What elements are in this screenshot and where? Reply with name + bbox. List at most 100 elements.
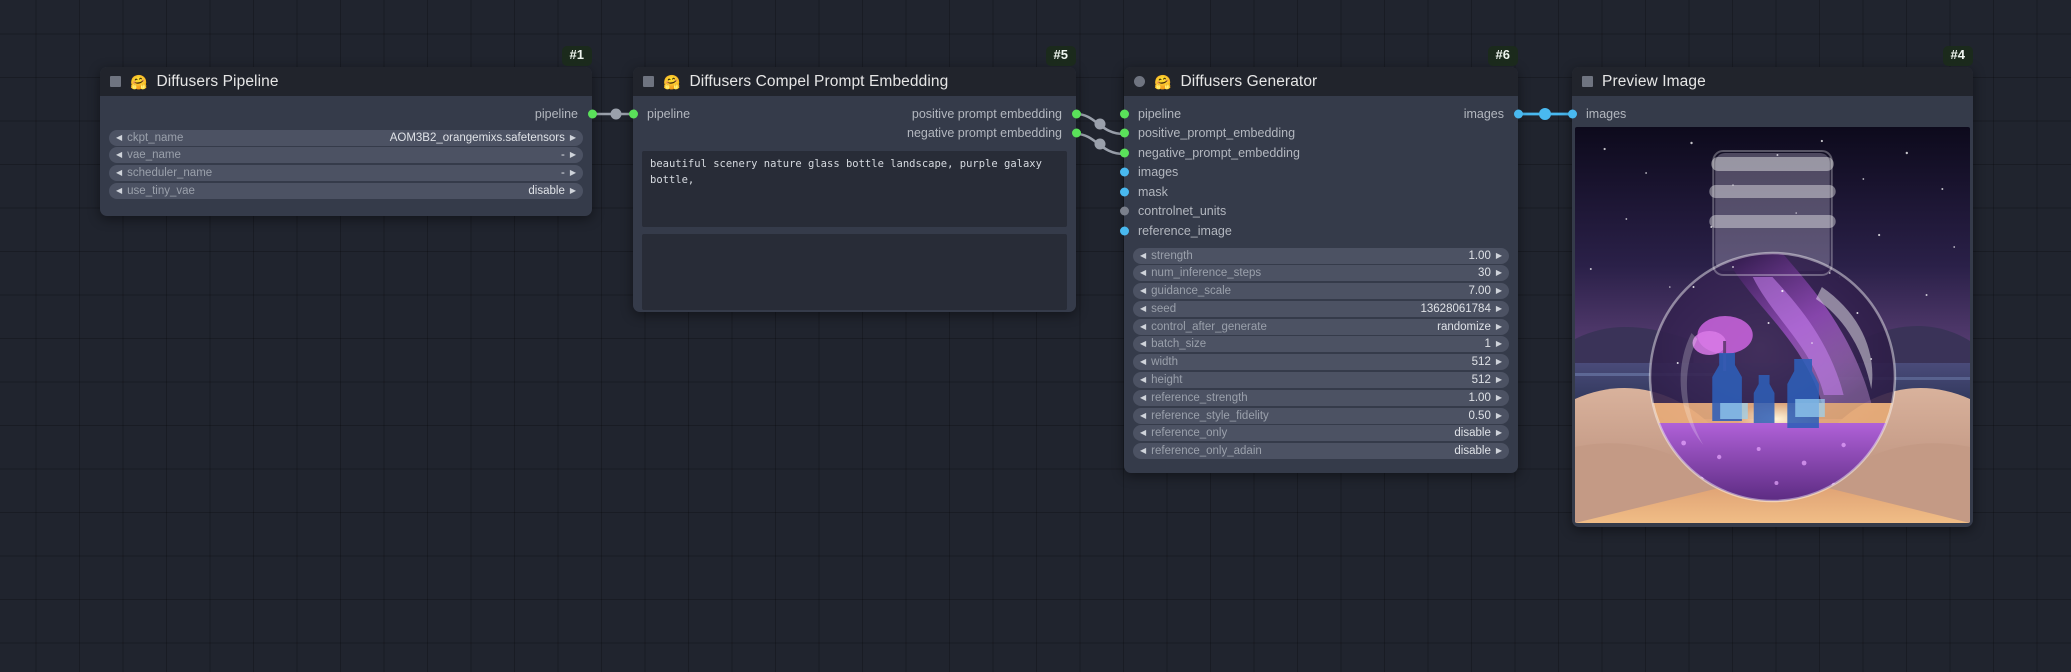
decrement-arrow-icon[interactable]: ◀ — [1140, 447, 1146, 455]
increment-arrow-icon[interactable]: ▶ — [1496, 340, 1502, 348]
widget-vae-name[interactable]: ◀ vae_name - ▶ — [109, 147, 583, 164]
negative-prompt-textarea[interactable] — [642, 234, 1067, 310]
decrement-arrow-icon[interactable]: ◀ — [1140, 322, 1146, 331]
slot-dot-icon[interactable] — [1119, 148, 1129, 158]
decrement-arrow-icon[interactable]: ◀ — [116, 133, 122, 142]
slot-dot-icon[interactable] — [1567, 109, 1577, 119]
input-slot-label: images — [1586, 106, 1627, 121]
widget-control-after-generate[interactable]: ◀ control_after_generate randomize ▶ — [1133, 318, 1509, 335]
widget-width[interactable]: ◀ width 512 ▶ — [1133, 354, 1509, 371]
node-title-label: Preview Image — [1602, 72, 1706, 90]
slot-dot-icon[interactable] — [1119, 226, 1129, 236]
node-diffusers-generator[interactable]: #6 🤗 Diffusers Generator images pipeline — [1119, 46, 1523, 474]
slot-dot-icon[interactable] — [1119, 167, 1129, 177]
widget-num-inference-steps[interactable]: ◀ num_inference_steps 30 ▶ — [1133, 265, 1509, 282]
input-slot-negative-prompt-embedding[interactable]: negative_prompt_embedding — [1119, 143, 1518, 163]
widget-ckpt-name[interactable]: ◀ ckpt_name AOM3B2_orangemixs.safetensor… — [109, 129, 583, 146]
node-diffusers-pipeline[interactable]: #1 🤗 Diffusers Pipeline pipeline ◀ ckpt_… — [100, 46, 597, 216]
increment-arrow-icon[interactable]: ▶ — [570, 186, 576, 195]
widget-seed[interactable]: ◀ seed 13628061784 ▶ — [1133, 300, 1509, 317]
node-diffusers-compel-prompt-embedding[interactable]: #5 🤗 Diffusers Compel Prompt Embedding p… — [628, 46, 1081, 312]
decrement-arrow-icon[interactable]: ◀ — [116, 151, 122, 159]
increment-arrow-icon[interactable]: ▶ — [1496, 251, 1502, 260]
node-id-badge: #5 — [1045, 46, 1076, 66]
widget-height[interactable]: ◀ height 512 ▶ — [1133, 372, 1509, 389]
increment-arrow-icon[interactable]: ▶ — [1496, 429, 1502, 437]
input-slot-pipeline[interactable]: pipeline — [1119, 104, 1518, 124]
node-title-bar[interactable]: 🤗 Diffusers Compel Prompt Embedding — [633, 67, 1076, 96]
decrement-arrow-icon[interactable]: ◀ — [1140, 393, 1146, 402]
widget-scheduler-name[interactable]: ◀ scheduler_name - ▶ — [109, 165, 583, 182]
increment-arrow-icon[interactable]: ▶ — [1496, 304, 1502, 313]
collapse-toggle-icon[interactable] — [1134, 76, 1145, 87]
widget-batch-size[interactable]: ◀ batch_size 1 ▶ — [1133, 336, 1509, 353]
output-slot-negative-prompt-embedding[interactable]: negative prompt embedding — [633, 124, 1081, 144]
decrement-arrow-icon[interactable]: ◀ — [1140, 376, 1146, 384]
increment-arrow-icon[interactable]: ▶ — [1496, 269, 1502, 277]
increment-arrow-icon[interactable]: ▶ — [570, 169, 576, 177]
widget-value: 1.00 — [1468, 249, 1491, 262]
node-preview-image[interactable]: #4 Preview Image images — [1567, 46, 1973, 527]
increment-arrow-icon[interactable]: ▶ — [570, 151, 576, 159]
node-title-label: Diffusers Compel Prompt Embedding — [689, 72, 949, 90]
increment-arrow-icon[interactable]: ▶ — [1496, 322, 1502, 331]
widget-value: 13628061784 — [1420, 302, 1491, 315]
positive-prompt-textarea[interactable]: beautiful scenery nature glass bottle la… — [642, 151, 1067, 227]
collapse-toggle-icon[interactable] — [643, 76, 654, 87]
decrement-arrow-icon[interactable]: ◀ — [1140, 429, 1146, 437]
widget-reference-style-fidelity[interactable]: ◀ reference_style_fidelity 0.50 ▶ — [1133, 407, 1509, 424]
decrement-arrow-icon[interactable]: ◀ — [116, 186, 122, 195]
slot-dot-icon[interactable] — [1119, 206, 1129, 216]
node-graph-canvas[interactable]: #1 🤗 Diffusers Pipeline pipeline ◀ ckpt_… — [0, 0, 2071, 672]
input-slot-images[interactable]: images — [1567, 104, 1973, 124]
decrement-arrow-icon[interactable]: ◀ — [1140, 269, 1146, 277]
node-title-label: Diffusers Pipeline — [156, 72, 279, 90]
decrement-arrow-icon[interactable]: ◀ — [116, 169, 122, 177]
input-slot-reference-image[interactable]: reference_image — [1119, 221, 1518, 241]
input-slot-images[interactable]: images — [1119, 163, 1518, 183]
widget-value: disable — [528, 184, 565, 197]
widget-guidance-scale[interactable]: ◀ guidance_scale 7.00 ▶ — [1133, 283, 1509, 300]
increment-arrow-icon[interactable]: ▶ — [1496, 287, 1502, 295]
decrement-arrow-icon[interactable]: ◀ — [1140, 304, 1146, 313]
increment-arrow-icon[interactable]: ▶ — [1496, 447, 1502, 455]
decrement-arrow-icon[interactable]: ◀ — [1140, 340, 1146, 348]
decrement-arrow-icon[interactable]: ◀ — [1140, 411, 1146, 420]
node-title-bar[interactable]: 🤗 Diffusers Pipeline — [100, 67, 592, 96]
decrement-arrow-icon[interactable]: ◀ — [1140, 251, 1146, 260]
widget-use-tiny-vae[interactable]: ◀ use_tiny_vae disable ▶ — [109, 182, 583, 199]
node-title-bar[interactable]: 🤗 Diffusers Generator — [1124, 67, 1518, 96]
slot-dot-icon[interactable] — [587, 109, 597, 119]
widget-value: disable — [1454, 445, 1491, 458]
widget-value: 512 — [1471, 374, 1491, 387]
input-slot-mask[interactable]: mask — [1119, 182, 1518, 202]
increment-arrow-icon[interactable]: ▶ — [1496, 393, 1502, 402]
input-slot-positive-prompt-embedding[interactable]: positive_prompt_embedding — [1119, 124, 1518, 144]
widget-reference-strength[interactable]: ◀ reference_strength 1.00 ▶ — [1133, 389, 1509, 406]
widget-reference-only[interactable]: ◀ reference_only disable ▶ — [1133, 425, 1509, 442]
output-slot-pipeline[interactable]: pipeline — [100, 104, 597, 124]
slot-dot-icon[interactable] — [1119, 128, 1129, 138]
decrement-arrow-icon[interactable]: ◀ — [1140, 287, 1146, 295]
collapse-toggle-icon[interactable] — [1582, 76, 1593, 87]
slot-dot-icon[interactable] — [1071, 109, 1081, 119]
increment-arrow-icon[interactable]: ▶ — [1496, 358, 1502, 366]
node-title-bar[interactable]: Preview Image — [1572, 67, 1973, 96]
input-slot-controlnet-units[interactable]: controlnet_units — [1119, 202, 1518, 222]
slot-dot-icon[interactable] — [1071, 128, 1081, 138]
widget-label: reference_only_adain — [1151, 445, 1262, 458]
slot-dot-icon[interactable] — [1119, 187, 1129, 197]
huggingface-icon: 🤗 — [663, 73, 681, 90]
decrement-arrow-icon[interactable]: ◀ — [1140, 358, 1146, 366]
slot-dot-icon[interactable] — [1119, 109, 1129, 119]
collapse-toggle-icon[interactable] — [110, 76, 121, 87]
output-slot-positive-prompt-embedding[interactable]: positive prompt embedding — [633, 104, 1081, 124]
increment-arrow-icon[interactable]: ▶ — [1496, 411, 1502, 420]
input-slot-label: controlnet_units — [1138, 204, 1227, 219]
increment-arrow-icon[interactable]: ▶ — [1496, 376, 1502, 384]
widget-strength[interactable]: ◀ strength 1.00 ▶ — [1133, 247, 1509, 264]
increment-arrow-icon[interactable]: ▶ — [570, 133, 576, 142]
widget-value: 7.00 — [1468, 285, 1491, 298]
preview-image-container[interactable] — [1575, 126, 1970, 523]
widget-reference-only-adain[interactable]: ◀ reference_only_adain disable ▶ — [1133, 443, 1509, 460]
